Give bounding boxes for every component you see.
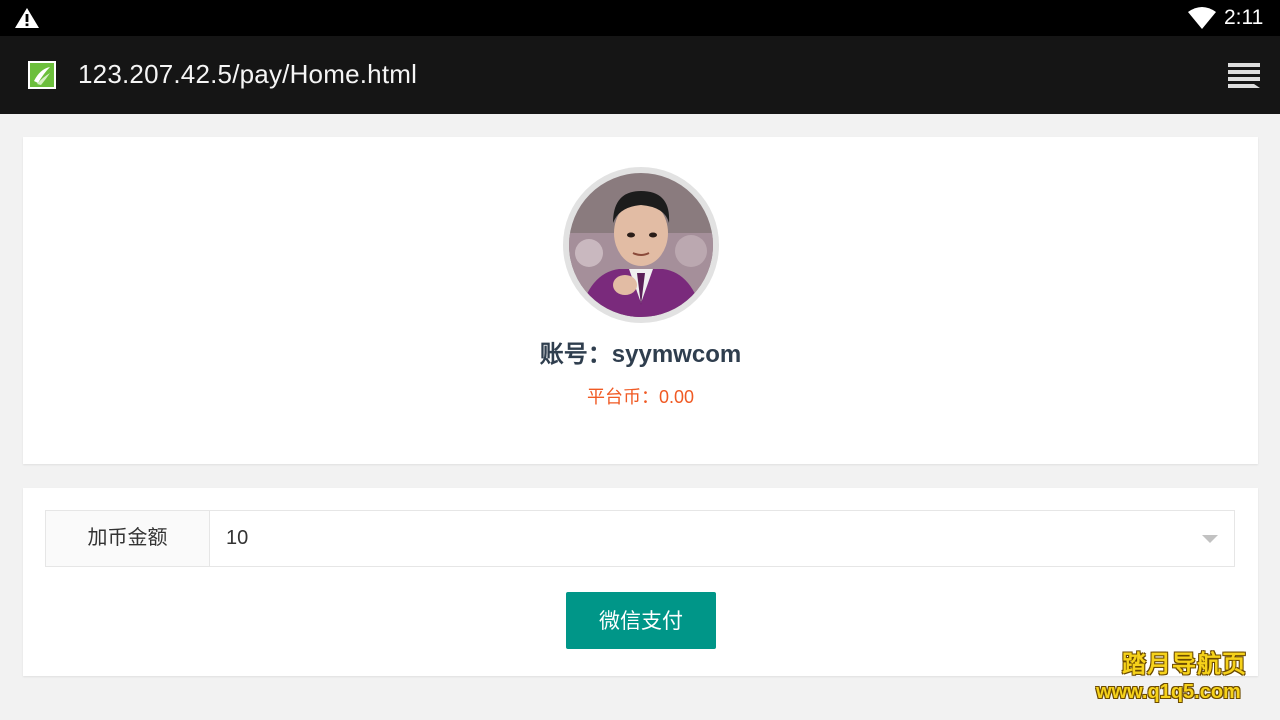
watermark-url: www.q1q5.com <box>1096 681 1241 703</box>
amount-label: 加币金额 <box>46 511 210 566</box>
site-favicon-icon <box>28 61 56 89</box>
account-name: syymwcom <box>611 341 742 368</box>
account-label: 账号： <box>539 341 612 368</box>
amount-select[interactable]: 10 <box>210 511 1234 566</box>
warning-icon <box>15 8 39 28</box>
tabs-menu-icon[interactable] <box>1226 61 1262 91</box>
amount-form-row: 加币金额 10 <box>45 510 1235 567</box>
url-text[interactable]: 123.207.42.5/pay/Home.html <box>78 59 417 90</box>
coins-line: 平台币：0.00 <box>23 383 1258 409</box>
browser-url-bar: 123.207.42.5/pay/Home.html <box>0 36 1280 114</box>
chevron-down-icon <box>1202 535 1218 543</box>
coins-label: 平台币： <box>586 387 659 407</box>
coins-value: 0.00 <box>658 387 695 407</box>
amount-selected-value: 10 <box>226 527 249 549</box>
avatar <box>563 167 719 323</box>
watermark-title: 踏月导航页 <box>1122 651 1247 678</box>
avatar-photo <box>569 173 713 317</box>
wechat-pay-button[interactable]: 微信支付 <box>566 592 716 649</box>
status-time: 2:11 <box>1224 6 1264 29</box>
profile-card: 账号：syymwcom 平台币：0.00 <box>23 137 1258 464</box>
wifi-icon <box>1188 7 1216 29</box>
account-line: 账号：syymwcom <box>23 334 1258 369</box>
payment-card: 加币金额 10 微信支付 <box>23 488 1258 676</box>
status-bar: 2:11 <box>0 0 1280 36</box>
